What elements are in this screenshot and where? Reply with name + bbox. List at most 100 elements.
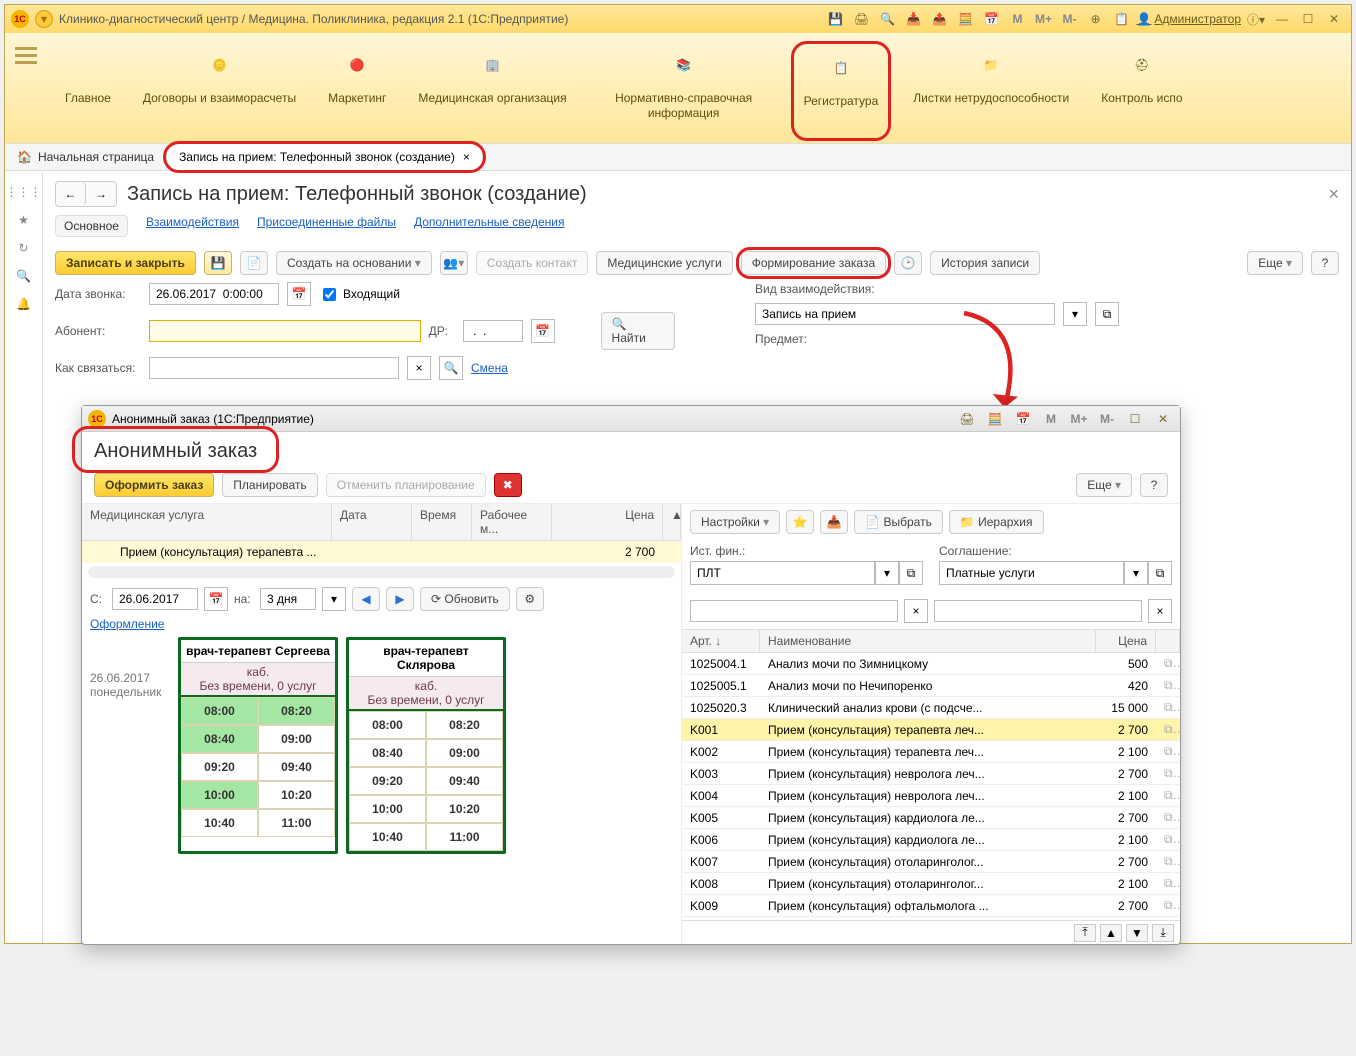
- sched-from-input[interactable]: [112, 588, 198, 610]
- abonent-input[interactable]: [149, 320, 421, 342]
- delete-button[interactable]: ✖: [494, 473, 522, 497]
- bell-icon[interactable]: 🔔: [16, 297, 31, 311]
- time-slot[interactable]: 08:00: [349, 711, 426, 739]
- inner-mem-mm[interactable]: M-: [1096, 408, 1118, 430]
- med-services-button[interactable]: Медицинские услуги: [596, 251, 732, 275]
- filter1-clear[interactable]: ×: [904, 599, 928, 623]
- time-slot[interactable]: 09:00: [258, 725, 335, 753]
- srcfin-open[interactable]: ⧉: [899, 561, 923, 585]
- filter2-clear[interactable]: ×: [1148, 599, 1172, 623]
- settings-button[interactable]: Настройки: [690, 510, 780, 534]
- time-slot[interactable]: 11:00: [426, 823, 503, 851]
- calc-icon[interactable]: 🧮: [954, 8, 976, 30]
- nav-reference[interactable]: 📚Нормативно-справочная информация: [589, 41, 779, 141]
- page-next[interactable]: ▼: [1126, 924, 1148, 942]
- download-icon[interactable]: 📥: [820, 510, 848, 534]
- filter1-input[interactable]: [690, 600, 898, 622]
- col-date[interactable]: Дата: [332, 504, 412, 540]
- help-button[interactable]: ?: [1311, 251, 1339, 275]
- col-service[interactable]: Медицинская услуга: [82, 504, 332, 540]
- add-icon[interactable]: ⊕: [1084, 8, 1106, 30]
- sched-na-input[interactable]: [260, 588, 316, 610]
- star-icon[interactable]: ★: [18, 213, 29, 227]
- service-row[interactable]: K003Прием (консультация) невролога леч..…: [682, 763, 1180, 785]
- col-workplace[interactable]: Рабочее м...: [472, 504, 552, 540]
- burger-menu[interactable]: [9, 41, 43, 141]
- fav-icon[interactable]: ⭐: [786, 510, 814, 534]
- time-slot[interactable]: 10:20: [426, 795, 503, 823]
- tab-create-call[interactable]: Запись на прием: Телефонный звонок (созд…: [166, 144, 483, 170]
- nav-forward-button[interactable]: →: [86, 182, 116, 206]
- nav-contracts[interactable]: 🪙Договоры и взаиморасчеты: [133, 41, 306, 141]
- incoming-checkbox[interactable]: Входящий: [319, 285, 400, 304]
- service-row[interactable]: 1025005.1Анализ мочи по Нечипоренко420⧉: [682, 675, 1180, 697]
- service-row[interactable]: K005Прием (консультация) кардиолога ле..…: [682, 807, 1180, 829]
- time-slot[interactable]: 09:00: [426, 739, 503, 767]
- sched-settings-icon[interactable]: ⚙: [516, 587, 544, 611]
- page-prev[interactable]: ▲: [1100, 924, 1122, 942]
- sched-na-dd[interactable]: ▾: [322, 587, 346, 611]
- time-slot[interactable]: 08:40: [181, 725, 258, 753]
- service-row[interactable]: K006Прием (консультация) кардиолога ле..…: [682, 829, 1180, 851]
- type-dd-icon[interactable]: ▾: [1063, 302, 1087, 326]
- apps-icon[interactable]: ⋮⋮⋮: [6, 185, 42, 199]
- nav-sick-leave[interactable]: 📁Листки нетрудоспособности: [903, 41, 1079, 141]
- service-row[interactable]: K001Прием (консультация) терапевта леч..…: [682, 719, 1180, 741]
- col-price[interactable]: Цена: [552, 504, 663, 540]
- history-icon[interactable]: ↻: [18, 241, 28, 255]
- time-slot[interactable]: 08:20: [258, 697, 335, 725]
- select-button[interactable]: 📄 Выбрать: [854, 510, 943, 534]
- time-slot[interactable]: 10:40: [181, 809, 258, 837]
- agree-open[interactable]: ⧉: [1148, 561, 1172, 585]
- nav-main[interactable]: Главное: [55, 41, 121, 141]
- inner-more-button[interactable]: Еще: [1076, 473, 1132, 497]
- app-menu-dropdown[interactable]: ▾: [35, 10, 53, 28]
- search-icon[interactable]: 🔍: [16, 269, 31, 283]
- page-last[interactable]: ⤓: [1152, 924, 1174, 942]
- inner-maximize-button[interactable]: ☐: [1124, 408, 1146, 430]
- history-record-button[interactable]: История записи: [930, 251, 1040, 275]
- plan-button[interactable]: Планировать: [222, 473, 317, 497]
- admin-link[interactable]: 👤 Администратор: [1136, 12, 1241, 26]
- srcfin-input[interactable]: [690, 561, 875, 585]
- agree-input[interactable]: [939, 561, 1124, 585]
- time-slot[interactable]: 08:20: [426, 711, 503, 739]
- save-close-button[interactable]: Записать и закрыть: [55, 251, 196, 275]
- service-row[interactable]: K008Прием (консультация) отоларинголог..…: [682, 873, 1180, 895]
- compare-icon[interactable]: 📥: [902, 8, 924, 30]
- nav-med-org[interactable]: 🏢Медицинская организация: [408, 41, 576, 141]
- inner-close-button[interactable]: ✕: [1152, 408, 1174, 430]
- history-icon[interactable]: 🕑: [894, 251, 922, 275]
- sched-prev-button[interactable]: ◀: [352, 587, 380, 611]
- link-interactions[interactable]: Взаимодействия: [146, 215, 239, 237]
- link-extra[interactable]: Дополнительные сведения: [414, 215, 564, 237]
- inner-calc-icon[interactable]: 🧮: [984, 408, 1006, 430]
- time-slot[interactable]: 08:00: [181, 697, 258, 725]
- nav-control[interactable]: ⛑Контроль испо: [1091, 41, 1192, 141]
- inner-help-button[interactable]: ?: [1140, 473, 1168, 497]
- inner-mem-m[interactable]: M: [1040, 408, 1062, 430]
- page-close-button[interactable]: ×: [1328, 184, 1339, 205]
- page-first[interactable]: ⤒: [1074, 924, 1096, 942]
- clipboard-icon[interactable]: 📋: [1110, 8, 1132, 30]
- find-button[interactable]: 🔍 Найти: [601, 312, 675, 350]
- time-slot[interactable]: 10:00: [349, 795, 426, 823]
- service-row[interactable]: K004Прием (консультация) невролога леч..…: [682, 785, 1180, 807]
- dr-picker-icon[interactable]: 📅: [531, 319, 555, 343]
- col-name[interactable]: Наименование: [760, 630, 1096, 652]
- time-slot[interactable]: 08:40: [349, 739, 426, 767]
- tab-close-icon[interactable]: ×: [463, 150, 470, 164]
- print-icon[interactable]: 🖨: [850, 8, 872, 30]
- contact-clear-icon[interactable]: ×: [407, 356, 431, 380]
- close-button[interactable]: ✕: [1323, 8, 1345, 30]
- doc-button[interactable]: 📄: [240, 251, 268, 275]
- calendar-icon[interactable]: 📅: [980, 8, 1002, 30]
- info-icon[interactable]: ⓘ▾: [1245, 8, 1267, 30]
- service-row[interactable]: 1025004.1Анализ мочи по Зимницкому500⧉: [682, 653, 1180, 675]
- minimize-button[interactable]: —: [1271, 8, 1293, 30]
- time-slot[interactable]: 09:40: [258, 753, 335, 781]
- inner-print-icon[interactable]: 🖨: [956, 408, 978, 430]
- interaction-type-input[interactable]: [755, 303, 1055, 325]
- refresh-button[interactable]: ⟳ Обновить: [420, 587, 510, 611]
- type-open-icon[interactable]: ⧉: [1095, 302, 1119, 326]
